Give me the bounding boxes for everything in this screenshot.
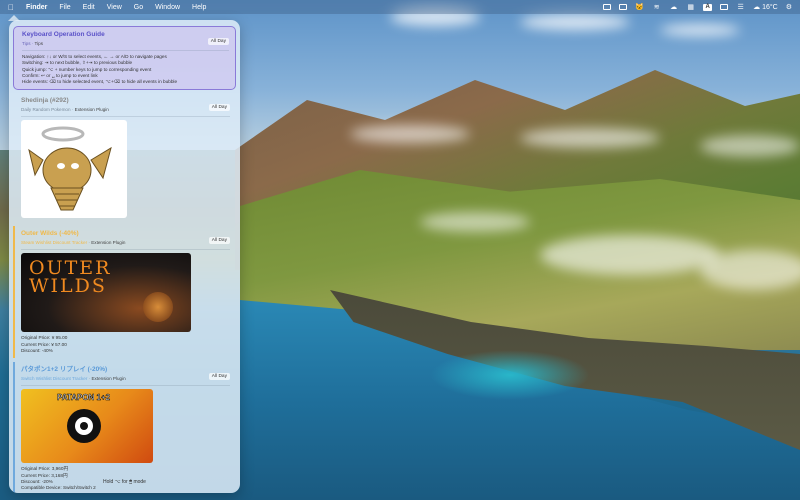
- menu-bar:  Finder File Edit View Go Window Help 🐱…: [0, 0, 800, 14]
- event-card-switch-discount[interactable]: パタポン1+2 リプレイ (-20%) Switch Wishlist Disc…: [13, 362, 236, 493]
- mode-hint: Hold ⌥ for 🖱 mode: [103, 479, 146, 485]
- divider: [21, 249, 230, 251]
- app-menu-finder[interactable]: Finder: [26, 4, 47, 11]
- price-details: Original Price: ¥ 95.00 Current Price: ¥…: [21, 335, 68, 354]
- cloud-icon[interactable]: ☁: [669, 3, 678, 11]
- screen-icon[interactable]: [720, 4, 729, 10]
- event-title: Keyboard Operation Guide: [22, 31, 105, 38]
- event-meta: Daily Random Pokemon · Extension Plugin: [21, 107, 109, 113]
- wifi-icon[interactable]: ≋: [652, 3, 661, 11]
- weather-widget[interactable]: ☁ 16°C: [753, 3, 778, 11]
- menu-view[interactable]: View: [107, 4, 122, 11]
- event-meta: Tips · Tips: [22, 41, 44, 46]
- all-day-badge: All Day: [208, 373, 230, 381]
- menu-file[interactable]: File: [59, 4, 70, 11]
- siri-icon[interactable]: ⚙: [786, 3, 792, 11]
- event-title: Shedinja (#292): [21, 97, 69, 105]
- event-card-pokemon[interactable]: Shedinja (#292) Daily Random Pokemon · E…: [13, 93, 236, 222]
- game-cover-image[interactable]: OUTER WILDS: [21, 253, 191, 333]
- events-popover: Keyboard Operation Guide Tips · Tips All…: [9, 20, 240, 493]
- pokemon-image[interactable]: [21, 120, 127, 219]
- display-icon[interactable]: [603, 4, 612, 10]
- menu-icon[interactable]: ☰: [736, 3, 745, 11]
- all-day-badge: All Day: [208, 237, 230, 245]
- menu-help[interactable]: Help: [192, 4, 206, 11]
- all-day-badge: All Day: [208, 104, 230, 112]
- cat-icon[interactable]: 🐱: [635, 3, 644, 11]
- game-cover-image[interactable]: PATAPON 1+2: [21, 389, 153, 464]
- battery-icon[interactable]: [619, 4, 628, 10]
- game-cover-title: PATAPON 1+2: [57, 393, 111, 403]
- event-meta: Steam Wishlist Discount Tracker · Extens…: [21, 240, 126, 246]
- divider: [22, 50, 229, 51]
- menu-window[interactable]: Window: [155, 4, 180, 11]
- all-day-badge: All Day: [207, 38, 229, 45]
- control-center-icon[interactable]: ▦: [686, 3, 695, 11]
- event-notes: Navigation: ↑↓ or W/S to select events, …: [22, 54, 178, 85]
- apple-menu-icon[interactable]: : [8, 3, 14, 12]
- event-title: Outer Wilds (-40%): [21, 230, 79, 238]
- event-card-guide[interactable]: Keyboard Operation Guide Tips · Tips All…: [13, 26, 236, 91]
- event-card-steam-discount[interactable]: Outer Wilds (-40%) Steam Wishlist Discou…: [13, 226, 236, 359]
- menu-go[interactable]: Go: [134, 4, 143, 11]
- input-method-icon[interactable]: A: [703, 3, 713, 11]
- divider: [21, 116, 230, 118]
- menu-edit[interactable]: Edit: [83, 4, 95, 11]
- event-title: パタポン1+2 リプレイ (-20%): [21, 366, 108, 374]
- game-cover-title: OUTER WILDS: [29, 257, 112, 298]
- divider: [21, 385, 230, 387]
- event-meta: Switch Wishlist Discount Tracker · Exten…: [21, 376, 126, 382]
